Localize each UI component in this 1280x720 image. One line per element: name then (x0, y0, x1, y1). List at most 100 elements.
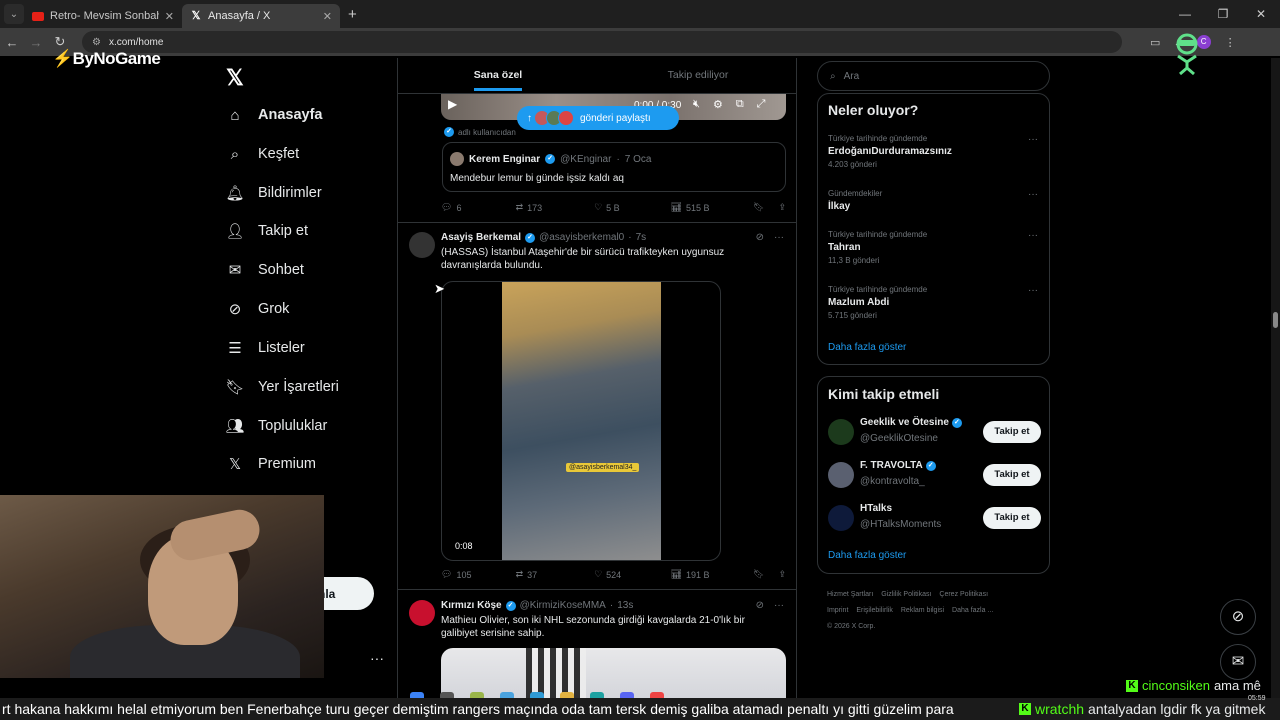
forward-icon[interactable]: → (24, 35, 48, 50)
footer-link[interactable]: Reklam bilgisi (901, 607, 944, 614)
share-icon[interactable]: ⇪ (778, 569, 786, 580)
bookmark-icon[interactable]: 🔖︎ (753, 569, 764, 580)
views-button[interactable]: 📊︎ 515 B (671, 202, 753, 213)
trend-count: 5.715 gönderi (828, 311, 877, 320)
like-button[interactable]: ♡ 5 B (594, 202, 671, 213)
menu-icon[interactable]: ⋮ (1225, 36, 1236, 49)
window-controls: — ❐ ✕ (1166, 0, 1280, 28)
nav-communities[interactable]: 👥︎ Topluluklar (225, 417, 327, 435)
close-tab-icon[interactable]: ✕ (323, 10, 332, 23)
nav-bookmarks[interactable]: 🔖︎ Yer İşaretleri (225, 378, 338, 396)
bookmark-icon[interactable]: 🔖︎ (753, 202, 764, 213)
footer-link[interactable]: Hizmet Şartları (827, 591, 873, 598)
tweet-time[interactable]: 13s (617, 600, 633, 611)
nav-lists[interactable]: ☰ Listeler (226, 339, 304, 357)
views-button[interactable]: 📊︎ 191 B (671, 569, 753, 580)
follow-button[interactable]: Takip et (983, 464, 1041, 486)
grok-icon[interactable]: ⊘ (756, 600, 764, 611)
trend-item[interactable]: Türkiye tarihinde gündemde Mazlum Abdi 5… (828, 285, 1038, 320)
popout-icon[interactable]: ⧉ (736, 98, 744, 111)
tweet-time[interactable]: 7s (636, 232, 647, 243)
footer-link[interactable]: Daha fazla ... (952, 607, 993, 614)
tab-search-button[interactable]: ⌄ (4, 4, 24, 24)
nav-grok[interactable]: ⊘ Grok (226, 300, 290, 318)
site-info-icon[interactable]: ⚙ (92, 37, 101, 48)
trend-item[interactable]: Gündemdekiler İlkay ··· (828, 189, 1038, 212)
new-tab-button[interactable]: + (348, 6, 357, 23)
browser-tab-youtube[interactable]: Retro- Mevsim Sonbahar X MV ✕ (24, 4, 182, 28)
tweet-author[interactable]: Asayiş Berkemal (441, 232, 521, 243)
tweet-handle[interactable]: @asayisberkemal0 (539, 232, 624, 243)
more-icon[interactable]: ··· (1028, 134, 1038, 145)
tweet-video[interactable]: @asayisberkemal34_ 0:08 (441, 281, 721, 561)
trend-name: Tahran (828, 242, 861, 253)
footer-link[interactable]: Imprint (827, 607, 848, 614)
nav-premium[interactable]: 𝕏 Premium (226, 455, 316, 473)
restore-icon[interactable]: ❐ (1204, 0, 1242, 28)
x-logo-icon[interactable]: 𝕏 (226, 65, 244, 91)
video-controls: 🔇︎ ⚙ ⧉ ⤢ (693, 98, 765, 111)
cast-icon[interactable]: ▭ (1150, 36, 1160, 49)
follow-suggestion[interactable]: F. TRAVOLTA ✓ @kontravolta_ Takip et (828, 459, 1041, 491)
more-icon[interactable]: ··· (774, 232, 784, 243)
tweet-author[interactable]: Kırmızı Köşe (441, 600, 502, 611)
play-icon[interactable]: ▶ (448, 97, 457, 111)
repost-button[interactable]: ⇄ 37 (516, 569, 595, 580)
reload-icon[interactable]: ↻ (48, 34, 72, 50)
page-scrollbar[interactable] (1271, 58, 1280, 698)
follow-button[interactable]: Takip et (983, 421, 1041, 443)
more-icon[interactable]: ··· (1028, 230, 1038, 241)
repost-button[interactable]: ⇄ 173 (516, 202, 595, 213)
search-input[interactable]: ⌕ Ara (817, 61, 1050, 91)
grok-fab-icon[interactable]: ⊘ (1220, 599, 1256, 635)
tweet-image[interactable] (441, 648, 786, 698)
minimize-icon[interactable]: — (1166, 0, 1204, 28)
footer-link[interactable]: Gizlilik Politikası (881, 591, 931, 598)
reply-button[interactable]: 💬︎ 6 (441, 202, 516, 213)
avatar[interactable] (409, 232, 435, 258)
quoted-tweet[interactable]: Kerem Enginar ✓ @KEnginar · 7 Oca Mendeb… (442, 142, 786, 192)
more-icon[interactable]: ··· (1028, 189, 1038, 200)
show-more-link[interactable]: Daha fazla göster (828, 342, 906, 353)
follow-suggestion[interactable]: HTalks @HTalksMoments Takip et (828, 502, 1041, 534)
tweet-handle[interactable]: @KirmiziKoseMMA (520, 600, 606, 611)
ticker-message: K wratchh antalyadan lgdir fk ya gitmek (1019, 701, 1265, 717)
new-posts-pill[interactable]: ↑ gönderi paylaştı (517, 106, 679, 130)
show-more-link[interactable]: Daha fazla göster (828, 550, 906, 561)
fullscreen-icon[interactable]: ⤢ (757, 98, 766, 111)
back-icon[interactable]: ← (0, 35, 24, 50)
trend-item[interactable]: Türkiye tarihinde gündemde Tahran 11,3 B… (828, 230, 1038, 265)
browser-tab-x[interactable]: 𝕏 Anasayfa / X ✕ (182, 4, 340, 28)
scrollbar-thumb[interactable] (1273, 312, 1278, 328)
tab-following[interactable]: Takip ediliyor (598, 58, 796, 93)
mute-icon[interactable]: 🔇︎ (693, 98, 700, 111)
name-text: Geeklik ve Ötesine (860, 417, 949, 428)
follow-suggestion[interactable]: Geeklik ve Ötesine ✓ @GeeklikOtesine Taki… (828, 416, 1041, 448)
grok-icon[interactable]: ⊘ (756, 232, 764, 243)
nav-home[interactable]: ⌂ Anasayfa (226, 106, 322, 124)
browser-tab-bar: ⌄ Retro- Mevsim Sonbahar X MV ✕ 𝕏 Anasay… (0, 0, 1280, 28)
tab-for-you[interactable]: Sana özel (398, 58, 598, 93)
messages-fab-icon[interactable]: ✉ (1220, 644, 1256, 680)
close-window-icon[interactable]: ✕ (1242, 0, 1280, 28)
kick-logo-icon: K (1019, 703, 1031, 715)
footer-link[interactable]: Çerez Politikası (939, 591, 988, 598)
nav-explore[interactable]: ⌕ Keşfet (226, 145, 299, 163)
url-field[interactable]: ⚙ x.com/home (82, 31, 1122, 53)
nav-notifications[interactable]: 🔔︎ Bildirimler (225, 184, 321, 202)
follow-button[interactable]: Takip et (983, 507, 1041, 529)
like-button[interactable]: ♡ 524 (594, 569, 671, 580)
share-icon[interactable]: ⇪ (778, 202, 786, 213)
more-icon[interactable]: ··· (774, 600, 784, 611)
close-tab-icon[interactable]: ✕ (165, 10, 174, 23)
settings-icon[interactable]: ⚙ (713, 98, 723, 111)
avatar[interactable] (409, 600, 435, 626)
reply-button[interactable]: 💬︎ 105 (441, 569, 516, 580)
nav-chat[interactable]: ✉ Sohbet (226, 261, 304, 279)
trends-card: Neler oluyor? Türkiye tarihinde gündemde… (817, 93, 1050, 365)
nav-follow[interactable]: 👤︎ Takip et (225, 222, 308, 240)
trend-item[interactable]: Türkiye tarihinde gündemde ErdoğanıDurdu… (828, 134, 1038, 169)
footer-link[interactable]: Erişilebilirlik (856, 607, 893, 614)
more-icon[interactable]: ··· (1028, 285, 1038, 296)
account-more-icon[interactable]: ··· (370, 650, 384, 666)
